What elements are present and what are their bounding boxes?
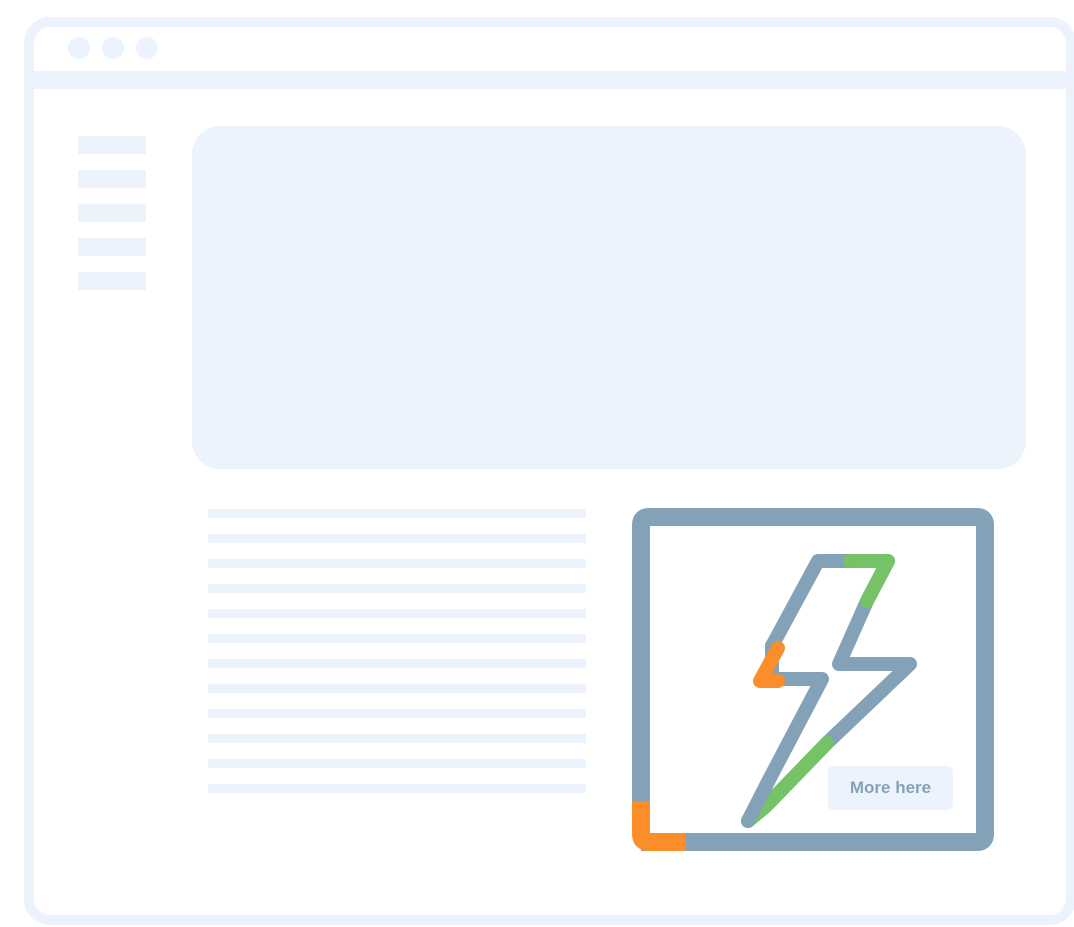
window-control-dot[interactable] — [102, 37, 124, 59]
text-line-placeholder — [208, 684, 586, 693]
sidebar-item-placeholder[interactable] — [78, 238, 146, 256]
title-bar — [34, 27, 1066, 71]
text-line-placeholder — [208, 559, 586, 568]
sidebar-item-placeholder[interactable] — [78, 272, 146, 290]
text-line-placeholder — [208, 584, 586, 593]
title-bar-divider — [34, 71, 1066, 89]
text-line-placeholder — [208, 734, 586, 743]
bolt-accent-left — [753, 641, 785, 688]
more-here-button[interactable]: More here — [828, 766, 953, 810]
text-line-placeholder — [208, 509, 586, 518]
text-line-placeholder — [208, 759, 586, 768]
text-line-placeholder — [208, 609, 586, 618]
illustration-canvas: More here — [0, 0, 1074, 927]
window-control-dot[interactable] — [136, 37, 158, 59]
sidebar-item-placeholder[interactable] — [78, 136, 146, 154]
text-line-placeholder — [208, 534, 586, 543]
card-frame-corner-accent — [632, 801, 686, 851]
bolt-accent-top — [843, 554, 895, 608]
sidebar-item-placeholder[interactable] — [78, 204, 146, 222]
text-line-placeholder — [208, 659, 586, 668]
hero-banner-placeholder — [192, 126, 1026, 469]
text-line-placeholder — [208, 634, 586, 643]
text-line-placeholder — [208, 784, 586, 793]
window-control-dot[interactable] — [68, 37, 90, 59]
sidebar-item-placeholder[interactable] — [78, 170, 146, 188]
text-line-placeholder — [208, 709, 586, 718]
